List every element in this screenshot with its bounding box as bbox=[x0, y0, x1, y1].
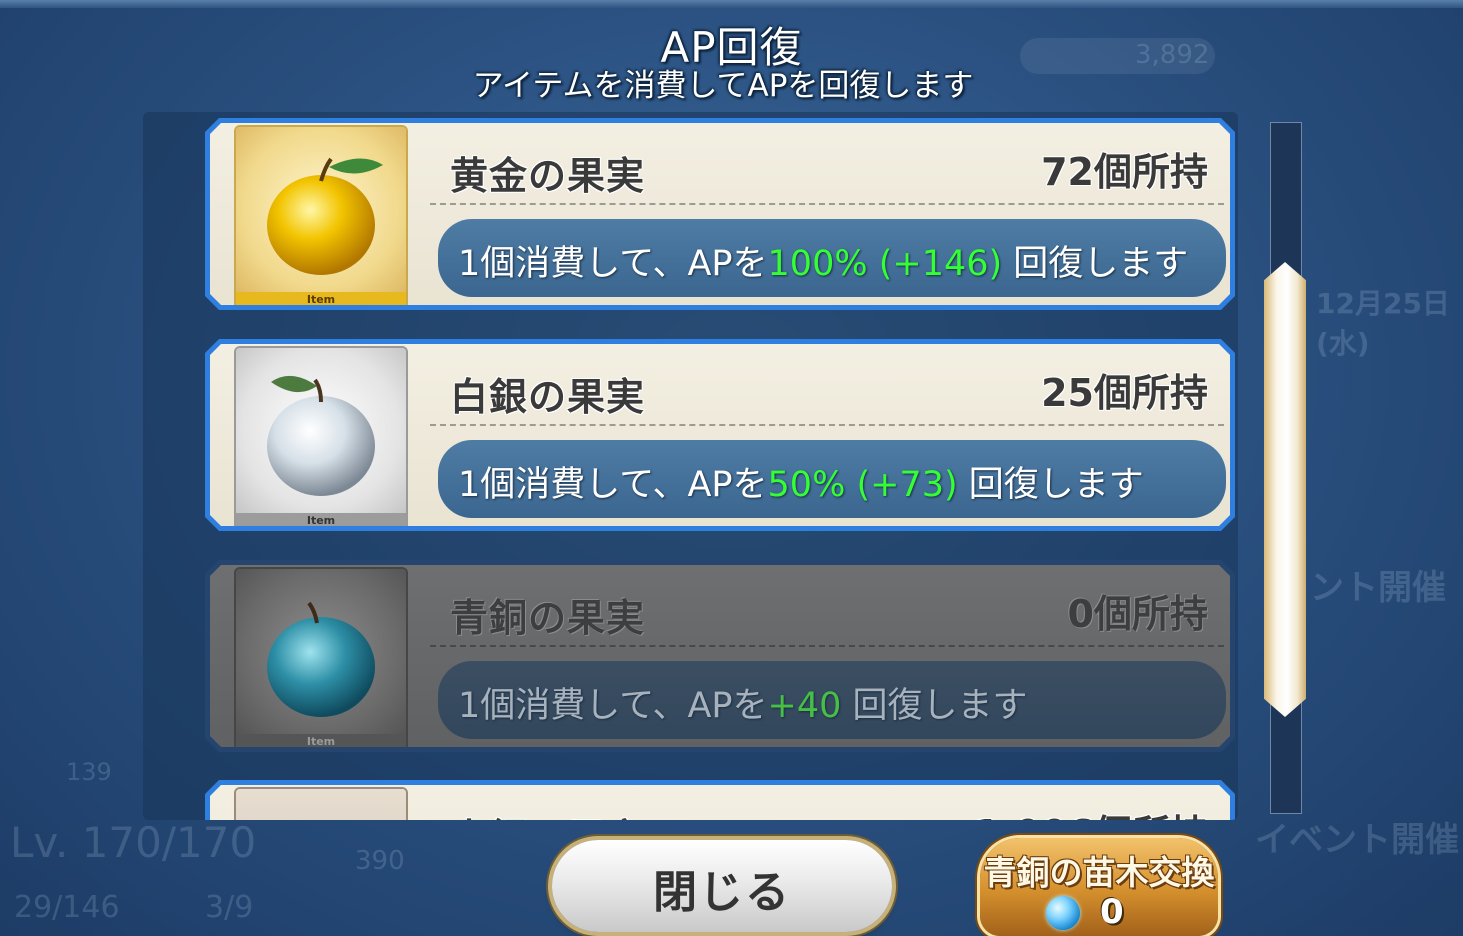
close-button[interactable]: 閉じる bbox=[552, 840, 892, 932]
item-count: 72個所持 bbox=[1041, 141, 1208, 196]
item-effect-text: 1個消費して、APを100% (+146) 回復します bbox=[458, 235, 1188, 286]
item-count-number: 25 bbox=[1041, 371, 1094, 415]
top-status-bar bbox=[0, 0, 1463, 8]
sapling-icon bbox=[1046, 896, 1080, 930]
sapling-exchange-label: 青銅の苗木交換 bbox=[983, 853, 1215, 892]
effect-prefix: 1個消費して、APを bbox=[458, 465, 768, 505]
item-effect: 1個消費して、APを+40 回復します bbox=[438, 661, 1226, 739]
bronze-apple-icon: Item bbox=[236, 569, 406, 750]
sapling-exchange-button[interactable]: 青銅の苗木交換 0 bbox=[980, 838, 1218, 936]
background-star-count: 139 bbox=[66, 758, 112, 786]
item-count-number: 0 bbox=[1067, 592, 1094, 636]
copper-apple-icon bbox=[236, 789, 406, 820]
item-name: 白銀の果実 bbox=[450, 375, 646, 419]
effect-prefix: 1個消費して、APを bbox=[458, 244, 768, 284]
item-count: 0個所持 bbox=[1068, 583, 1208, 638]
item-count: 1,006個所持 bbox=[974, 803, 1208, 820]
item-name: 赤銅の果実 bbox=[450, 807, 645, 820]
background-ap: 29/146 bbox=[14, 890, 120, 925]
item-divider bbox=[430, 203, 1224, 205]
background-extra: 3/9 bbox=[205, 890, 254, 925]
item-name: 黄金の果実 bbox=[450, 154, 646, 198]
item-effect-text: 1個消費して、APを+40 回復します bbox=[458, 677, 1028, 728]
item-card-bronze-apple: Item 青銅の果実 0個所持 1個消費して、APを+40 回復します bbox=[205, 560, 1235, 752]
item-effect: 1個消費して、APを50% (+73) 回復します bbox=[438, 440, 1226, 518]
item-divider bbox=[430, 645, 1224, 647]
dialog-subtitle: アイテムを消費してAPを回復します bbox=[472, 68, 974, 104]
item-count-suffix: 個所持 bbox=[1094, 812, 1208, 820]
item-count-number: 1,006 bbox=[974, 812, 1094, 820]
item-name: 青銅の果実 bbox=[450, 596, 646, 640]
item-count-number: 72 bbox=[1041, 150, 1094, 194]
effect-highlight: 100% (+146) bbox=[767, 244, 1003, 284]
scrollbar-thumb[interactable] bbox=[1264, 262, 1306, 717]
effect-highlight: +40 bbox=[767, 686, 842, 726]
sapling-count: 0 bbox=[1100, 892, 1124, 932]
effect-suffix: 回復します bbox=[1002, 244, 1189, 284]
item-tag: Item bbox=[236, 513, 406, 529]
effect-suffix: 回復します bbox=[957, 465, 1144, 505]
item-tag: Item bbox=[236, 292, 406, 308]
effect-prefix: 1個消費して、APを bbox=[458, 686, 768, 726]
background-bonus: 390 bbox=[355, 846, 405, 876]
item-effect: 1個消費して、APを100% (+146) 回復します bbox=[438, 219, 1226, 297]
effect-suffix: 回復します bbox=[841, 686, 1028, 726]
effect-highlight: 50% (+73) bbox=[767, 465, 958, 505]
item-card-silver-apple[interactable]: Item 白銀の果実 25個所持 1個消費して、APを50% (+73) 回復し… bbox=[205, 339, 1235, 531]
item-tag: Item bbox=[236, 734, 406, 750]
item-divider bbox=[430, 424, 1224, 426]
background-date: 12月25日(水) bbox=[1316, 287, 1450, 360]
gold-apple-icon: Item bbox=[236, 127, 406, 308]
item-count: 25個所持 bbox=[1041, 362, 1208, 417]
item-effect-text: 1個消費して、APを50% (+73) 回復します bbox=[458, 456, 1144, 507]
background-event-banner: ント開催 bbox=[1310, 568, 1446, 608]
item-card-gold-apple[interactable]: Item 黄金の果実 72個所持 1個消費して、APを100% (+146) 回… bbox=[205, 118, 1235, 310]
close-button-label: 閉じる bbox=[653, 867, 791, 918]
item-count-suffix: 個所持 bbox=[1093, 371, 1208, 415]
item-card-copper-apple[interactable]: 赤銅の果実 1,006個所持 bbox=[205, 780, 1235, 820]
item-list[interactable]: Item 黄金の果実 72個所持 1個消費して、APを100% (+146) 回… bbox=[143, 112, 1238, 820]
silver-apple-icon: Item bbox=[236, 348, 406, 529]
item-count-suffix: 個所持 bbox=[1093, 150, 1208, 194]
background-level: Lv. 170/170 bbox=[10, 818, 257, 867]
background-event-banner-2: イベント開催 bbox=[1255, 820, 1459, 860]
item-count-suffix: 個所持 bbox=[1093, 592, 1208, 636]
